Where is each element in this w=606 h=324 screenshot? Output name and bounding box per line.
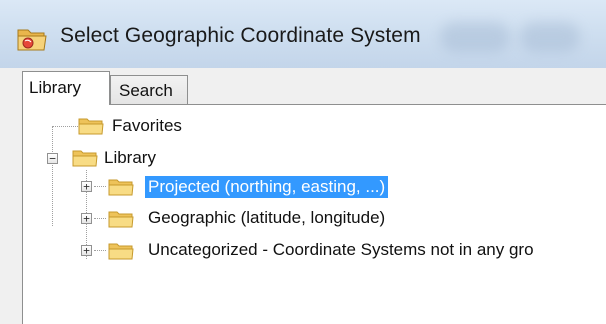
expand-plus-icon[interactable]: +: [81, 245, 92, 256]
tab-library[interactable]: Library: [22, 71, 110, 105]
window-title: Select Geographic Coordinate System: [60, 24, 421, 47]
tree-item-label: Projected (northing, easting, ...): [145, 176, 389, 198]
folder-icon: [78, 118, 104, 135]
folder-icon: [108, 179, 134, 196]
tree-connector: [94, 186, 106, 187]
tree-item-label: Library: [104, 148, 156, 167]
folder-icon: [72, 150, 98, 167]
title-bar[interactable]: Select Geographic Coordinate System: [0, 0, 606, 68]
expand-plus-icon[interactable]: +: [81, 213, 92, 224]
globe-folder-icon: [16, 24, 48, 54]
expand-plus-icon[interactable]: +: [81, 181, 92, 192]
collapse-minus-icon[interactable]: −: [47, 153, 58, 164]
tree-connector: [94, 218, 106, 219]
tree-item-label: Uncategorized - Coordinate Systems not i…: [148, 240, 534, 259]
tree-connector: [52, 126, 53, 226]
tab-search[interactable]: Search: [110, 75, 188, 105]
tab-library-label: Library: [29, 78, 81, 97]
folder-icon: [108, 211, 134, 228]
tree-item-label: Favorites: [112, 116, 182, 135]
tree-connector: [94, 250, 106, 251]
tab-search-label: Search: [119, 81, 173, 100]
tree-connector: [52, 126, 78, 127]
folder-icon: [108, 243, 134, 260]
tree-item-label: Geographic (latitude, longitude): [148, 208, 386, 227]
